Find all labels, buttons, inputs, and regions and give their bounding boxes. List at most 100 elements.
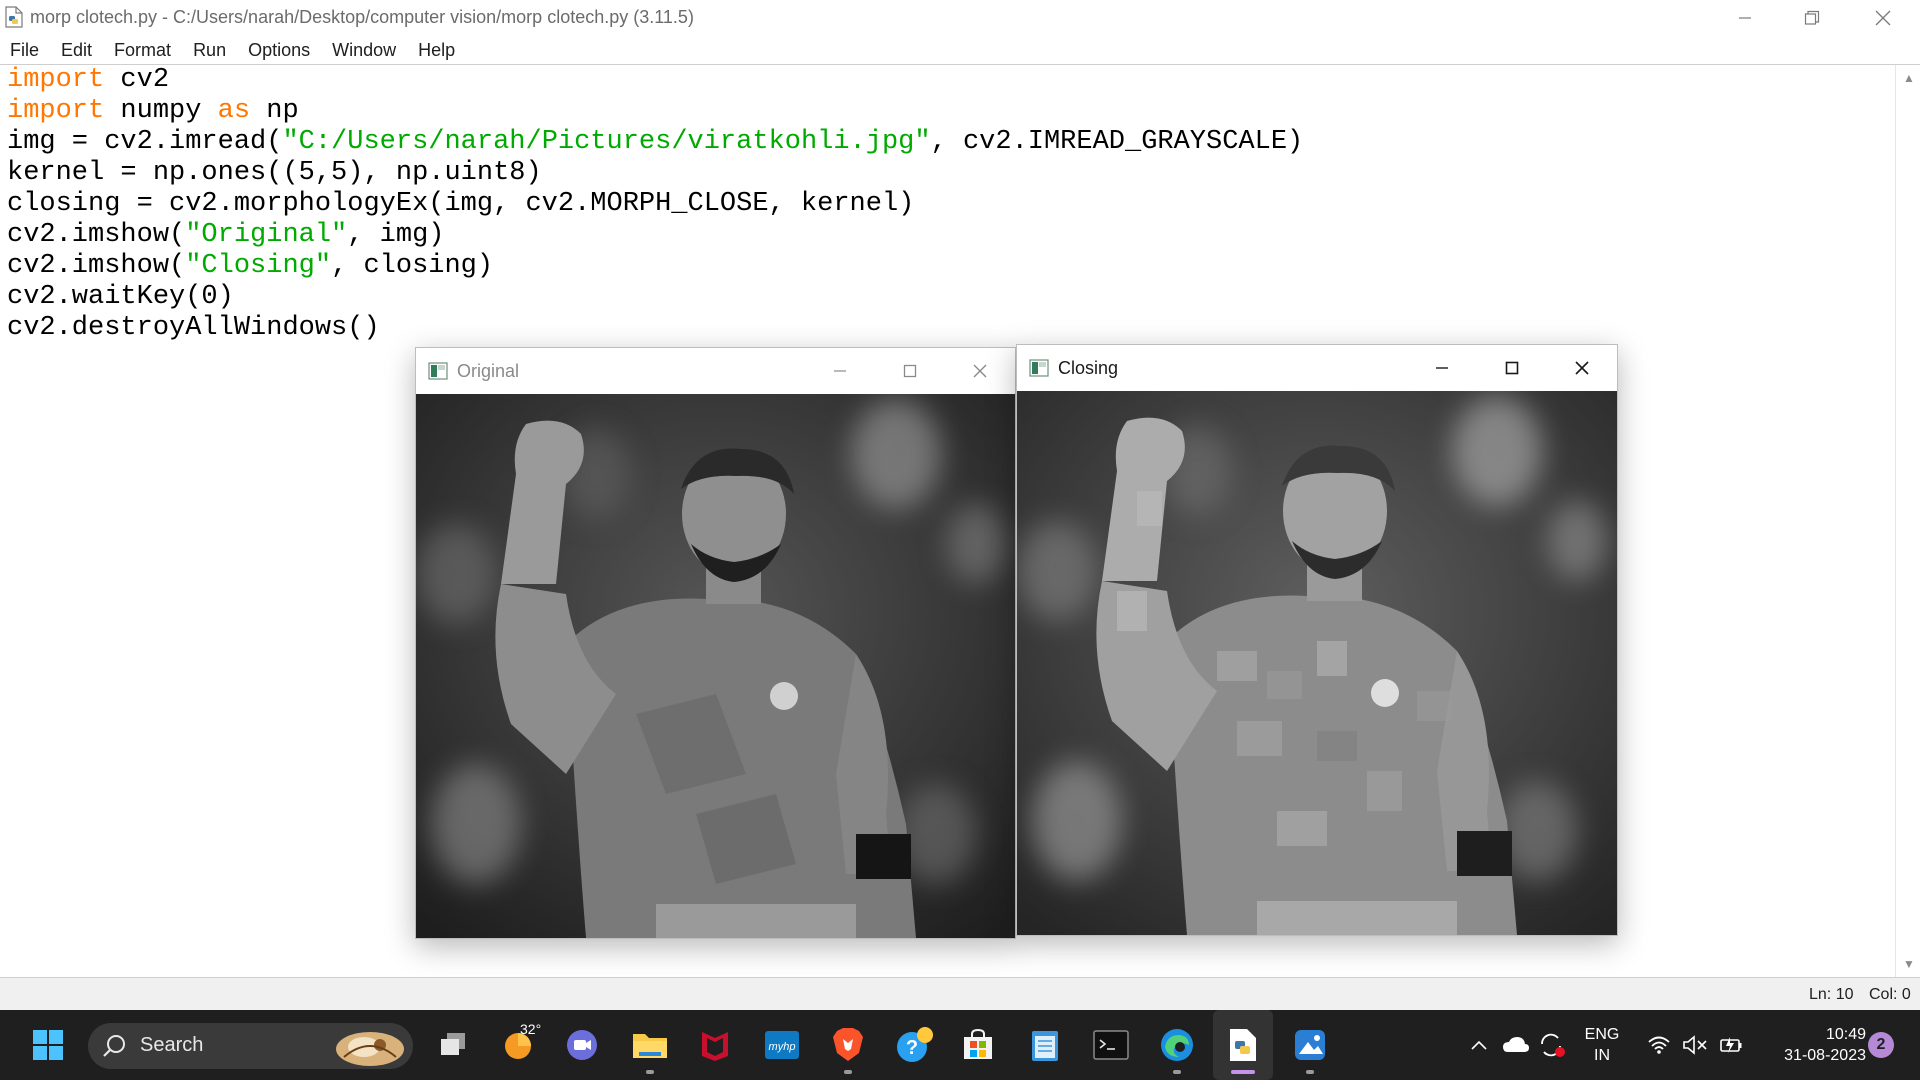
original-maximize-button[interactable] xyxy=(875,348,945,394)
window-titlebar: morp clotech.py - C:/Users/narah/Desktop… xyxy=(0,0,1920,36)
help-icon: ? xyxy=(897,1027,933,1062)
taskbar-search-box[interactable]: Search xyxy=(88,1023,413,1069)
store-icon xyxy=(964,1028,992,1059)
python-idle[interactable] xyxy=(1213,1010,1273,1080)
original-close-button[interactable] xyxy=(945,348,1015,394)
notepad[interactable] xyxy=(1015,1010,1075,1080)
language-indicator[interactable]: ENG IN xyxy=(1580,1024,1624,1066)
terminal[interactable] xyxy=(1081,1010,1141,1080)
code-token: cv2 xyxy=(104,65,170,95)
vertical-scrollbar[interactable]: ▲ ▼ xyxy=(1895,65,1920,977)
menu-run[interactable]: Run xyxy=(182,40,237,61)
onedrive-tray[interactable] xyxy=(1500,1010,1532,1080)
code-line: closing = cv2.morphologyEx(img, cv2.MORP… xyxy=(7,189,1303,220)
svg-text:?: ? xyxy=(906,1037,918,1059)
code-line: import cv2 xyxy=(7,65,1303,96)
sync-alert-icon xyxy=(1541,1033,1565,1057)
menu-file[interactable]: File xyxy=(0,40,50,61)
code-text: import cv2 import numpy as np img = cv2.im… xyxy=(7,65,1303,344)
minimize-button[interactable] xyxy=(1710,0,1780,36)
python-file-icon xyxy=(5,6,23,28)
edge-icon xyxy=(1161,1029,1193,1061)
menu-edit[interactable]: Edit xyxy=(50,40,103,61)
scroll-up-arrow-icon[interactable]: ▲ xyxy=(1903,71,1915,85)
wifi-icon xyxy=(1648,1036,1670,1054)
code-token: img = cv2.imread( xyxy=(7,127,283,157)
start-button[interactable] xyxy=(18,1010,78,1080)
scroll-down-arrow-icon[interactable]: ▼ xyxy=(1903,957,1915,971)
closing-window-title: Closing xyxy=(1058,358,1119,378)
original-minimize-button[interactable] xyxy=(805,348,875,394)
task-view-icon xyxy=(441,1033,465,1055)
terminal-icon xyxy=(1093,1030,1129,1060)
battery-tray[interactable] xyxy=(1716,1010,1746,1080)
code-token: np xyxy=(250,96,299,126)
closing-maximize-button[interactable] xyxy=(1477,345,1547,391)
code-token: cv2.imshow( xyxy=(7,251,186,281)
mcafee[interactable] xyxy=(685,1010,745,1080)
original-window-titlebar[interactable]: Original xyxy=(416,348,1015,394)
brave-browser[interactable] xyxy=(818,1010,878,1080)
running-indicator xyxy=(844,1070,852,1074)
task-view-button[interactable] xyxy=(423,1010,483,1080)
code-token: cv2.waitKey(0) xyxy=(7,282,234,312)
code-token: closing = cv2.morphologyEx(img, cv2.MORP… xyxy=(7,189,915,219)
code-token: , closing) xyxy=(331,251,494,281)
closing-minimize-button[interactable] xyxy=(1407,345,1477,391)
teams-chat[interactable] xyxy=(552,1010,612,1080)
battery-charging-icon xyxy=(1720,1037,1742,1053)
original-window-title: Original xyxy=(457,361,520,381)
search-highlight-illustration-icon xyxy=(336,1032,404,1066)
code-token: cv2.destroyAllWindows() xyxy=(7,313,380,343)
sync-status-tray[interactable] xyxy=(1536,1010,1568,1080)
edge-browser[interactable] xyxy=(1147,1010,1207,1080)
microsoft-store[interactable] xyxy=(948,1010,1008,1080)
show-hidden-icons-button[interactable] xyxy=(1466,1010,1492,1080)
original-image-window[interactable]: Original xyxy=(415,347,1016,939)
get-help[interactable]: ? xyxy=(885,1010,945,1080)
menu-help[interactable]: Help xyxy=(407,40,466,61)
running-indicator xyxy=(1173,1070,1181,1074)
close-icon xyxy=(1575,361,1589,375)
status-bar: Ln: 10 Col: 0 xyxy=(0,978,1920,1010)
code-token: kernel = np.ones((5,5), np.uint8) xyxy=(7,158,542,188)
search-icon xyxy=(103,1035,125,1057)
code-line: img = cv2.imread("C:/Users/narah/Picture… xyxy=(7,127,1303,158)
clock-time: 10:49 xyxy=(1825,1026,1866,1043)
code-token: numpy xyxy=(104,96,218,126)
code-line: import numpy as np xyxy=(7,96,1303,127)
clock[interactable]: 10:49 31-08-2023 xyxy=(1752,1024,1866,1066)
wifi-tray[interactable] xyxy=(1644,1010,1674,1080)
myhp-icon: myhp xyxy=(765,1031,799,1059)
menu-options[interactable]: Options xyxy=(237,40,321,61)
code-line: cv2.destroyAllWindows() xyxy=(7,313,1303,344)
chevron-up-icon xyxy=(1471,1040,1487,1050)
minimize-icon xyxy=(1739,17,1751,19)
code-token: , img) xyxy=(347,220,445,250)
file-explorer[interactable] xyxy=(620,1010,680,1080)
menu-format[interactable]: Format xyxy=(103,40,182,61)
photos[interactable] xyxy=(1280,1010,1340,1080)
closing-close-button[interactable] xyxy=(1547,345,1617,391)
restore-button[interactable] xyxy=(1777,0,1847,36)
speaker-muted-icon xyxy=(1683,1035,1707,1055)
notepad-icon xyxy=(1032,1031,1058,1061)
volume-tray[interactable] xyxy=(1680,1010,1710,1080)
closing-image-window[interactable]: Closing xyxy=(1016,344,1618,936)
code-keyword: import xyxy=(7,65,105,95)
active-app-indicator xyxy=(1231,1070,1255,1074)
closing-window-titlebar[interactable]: Closing xyxy=(1017,345,1617,391)
svg-text:myhp: myhp xyxy=(769,1041,796,1053)
cricketer-photo-closing xyxy=(1017,391,1617,935)
code-string: "C:/Users/narah/Pictures/viratkohli.jpg" xyxy=(282,127,931,157)
weather-temperature: 32° xyxy=(520,1021,542,1037)
windows-taskbar: Search 32° myhp ? ENG IN 10:49 31-08-202… xyxy=(0,1010,1920,1080)
myhp[interactable]: myhp xyxy=(752,1010,812,1080)
notification-count-badge[interactable]: 2 xyxy=(1868,1032,1894,1058)
close-button[interactable] xyxy=(1848,0,1918,36)
original-grayscale-photo xyxy=(416,394,1015,938)
window-title: morp clotech.py - C:/Users/narah/Desktop… xyxy=(30,7,694,27)
menu-window[interactable]: Window xyxy=(321,40,407,61)
mcafee-icon xyxy=(702,1032,728,1061)
close-icon xyxy=(1875,10,1891,26)
